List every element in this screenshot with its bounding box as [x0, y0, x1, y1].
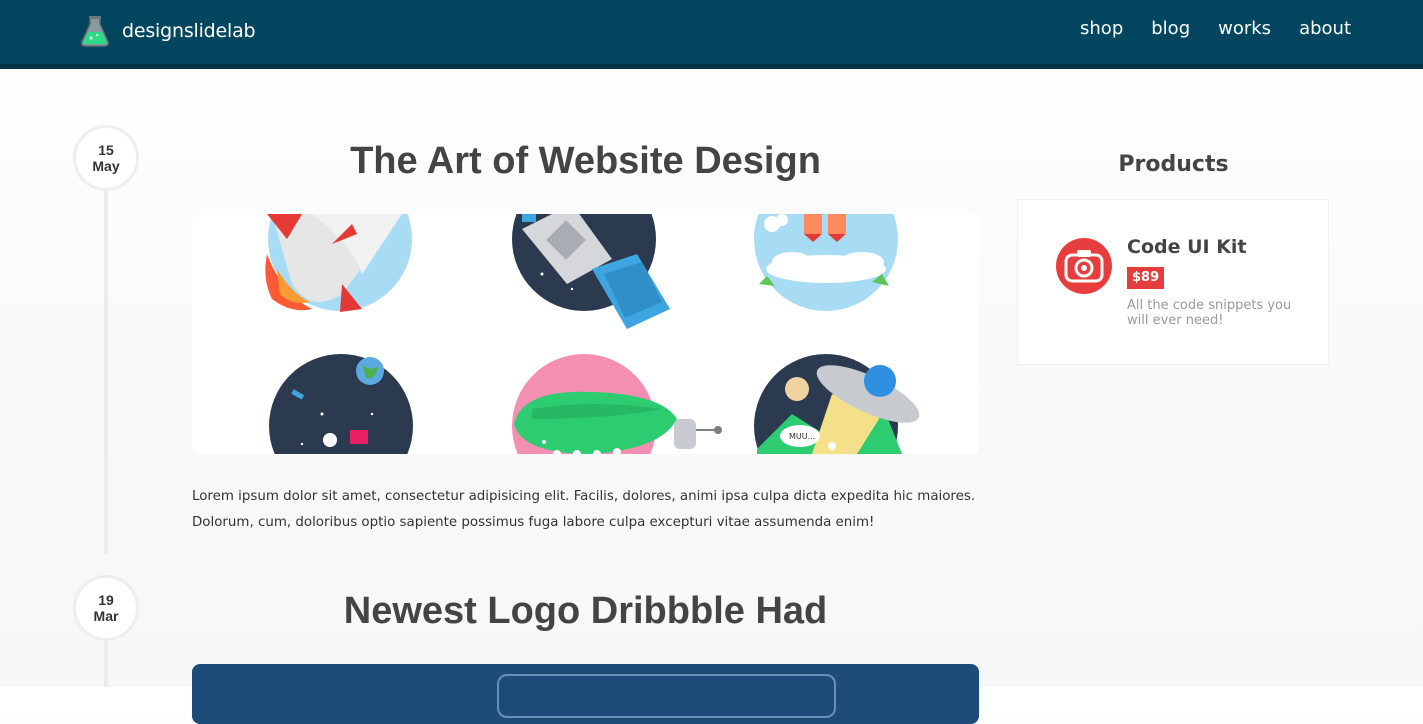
timeline-line: [104, 640, 108, 687]
space-illustrations-image: MUU...: [265, 214, 920, 454]
timeline-line: [104, 190, 108, 554]
nav-works[interactable]: works: [1218, 18, 1271, 39]
brand-name: designslidelab: [122, 20, 256, 42]
ufo-icon: MUU...: [754, 354, 920, 454]
price-badge: $89: [1127, 267, 1165, 289]
product-name[interactable]: Code UI Kit: [1127, 236, 1247, 258]
post-image[interactable]: MUU...: [192, 214, 979, 454]
nav-about[interactable]: about: [1299, 18, 1351, 39]
product-card[interactable]: Code UI Kit $89 All the code snippets yo…: [1017, 199, 1329, 365]
blimp-icon: [512, 354, 722, 454]
post-excerpt: Lorem ipsum dolor sit amet, consectetur …: [192, 489, 976, 530]
post-date-day: 19: [98, 592, 114, 608]
post-date: 15 May: [73, 125, 139, 191]
post-date-month: May: [92, 158, 120, 174]
flask-logo-icon: [81, 16, 109, 47]
post-title[interactable]: The Art of Website Design: [192, 140, 979, 183]
product-description: All the code snippets you will ever need…: [1127, 298, 1292, 328]
astronaut-icon: [269, 354, 413, 454]
satellite-icon: [512, 214, 670, 329]
main-nav: shop blog works about: [1080, 18, 1351, 39]
camera-icon: [1056, 238, 1112, 294]
logo[interactable]: designslidelab: [80, 14, 256, 48]
nav-shop[interactable]: shop: [1080, 18, 1123, 39]
post-date: 19 Mar: [73, 575, 139, 641]
post-image[interactable]: [192, 664, 979, 724]
rocket-launch-icon: [754, 214, 898, 311]
ufo-bubble-text: MUU...: [789, 432, 815, 441]
post-date-day: 15: [98, 142, 114, 158]
post-date-month: Mar: [93, 608, 119, 624]
post-image-device-outline: [497, 674, 836, 718]
rocket-icon: [265, 214, 412, 312]
post-title[interactable]: Newest Logo Dribbble Had: [192, 590, 979, 633]
nav-blog[interactable]: blog: [1151, 18, 1190, 39]
site-header: designslidelab shop blog works about: [0, 0, 1423, 69]
sidebar-title: Products: [1118, 152, 1229, 177]
